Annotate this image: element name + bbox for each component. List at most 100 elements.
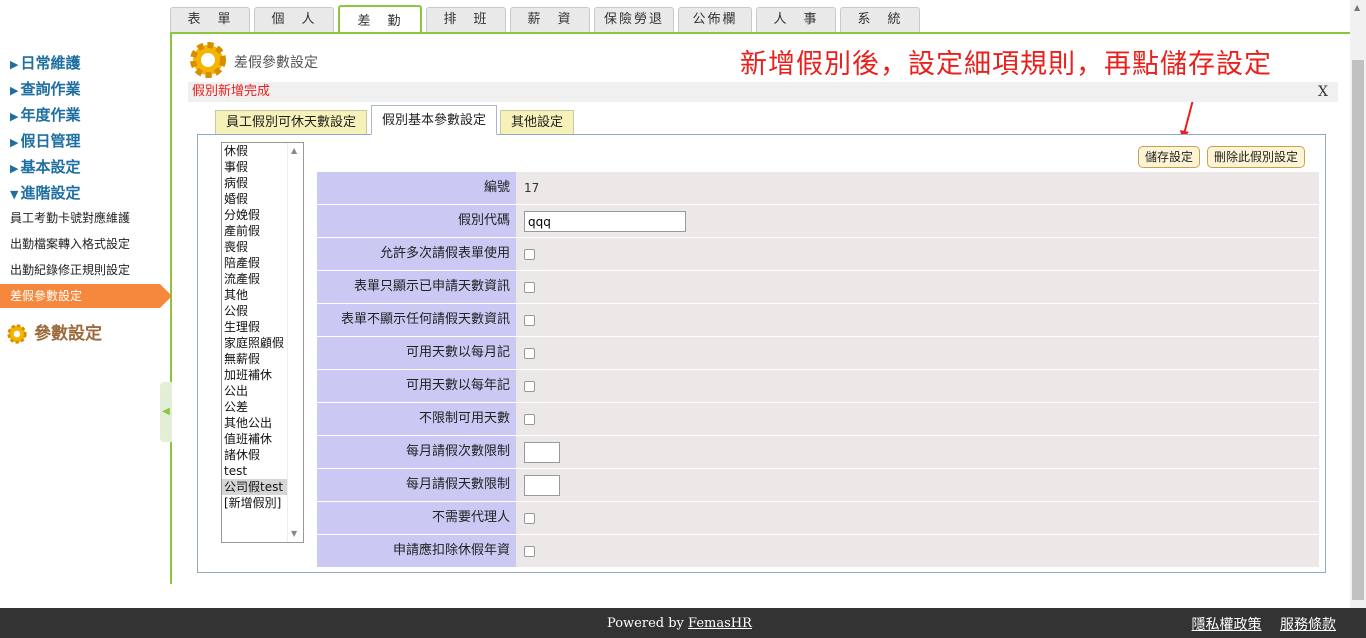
yearly-checkbox[interactable]: [524, 381, 535, 392]
show-applied-checkbox[interactable]: [524, 282, 535, 293]
param-settings-section[interactable]: 參數設定: [6, 319, 102, 345]
form-row: 表單只顯示已申請天數資訊: [317, 271, 1319, 304]
form-row: 每月請假天數限制: [317, 469, 1319, 502]
monthly-label: 可用天數以每月記: [317, 337, 516, 369]
monthly-count-label: 每月請假次數限制: [317, 436, 516, 468]
menu-label: 日常維護: [20, 54, 81, 72]
leave-type-item[interactable]: 其他公出: [222, 415, 288, 431]
number-label: 編號: [317, 172, 516, 204]
terms-link[interactable]: 服務條款: [1280, 617, 1336, 633]
form-row: 表單不顯示任何請假天數資訊: [317, 304, 1319, 337]
tab-underline: [170, 32, 1350, 34]
submenu-import-format[interactable]: 出勤檔案轉入格式設定: [0, 232, 170, 256]
tab-insurance[interactable]: 保險勞退: [594, 7, 674, 32]
leave-type-item[interactable]: 其他: [222, 287, 288, 303]
show-applied-label: 表單只顯示已申請天數資訊: [317, 271, 516, 303]
tab-personal[interactable]: 個 人: [254, 7, 334, 32]
unlimited-checkbox[interactable]: [524, 414, 535, 425]
tab-other-settings[interactable]: 其他設定: [500, 110, 575, 135]
tab-leave-days[interactable]: 員工假別可休天數設定: [215, 110, 368, 135]
leave-type-item[interactable]: 值班補休: [222, 431, 288, 447]
menu-yearly[interactable]: ▶ 年度作業: [10, 104, 80, 125]
page-scrollbar[interactable]: ▲: [1350, 0, 1366, 608]
menu-label: 年度作業: [20, 106, 81, 124]
leave-type-item[interactable]: 公差: [222, 399, 288, 415]
tab-shift[interactable]: 排 班: [426, 7, 506, 32]
message-text: 假別新增完成: [192, 84, 271, 99]
tab-salary[interactable]: 薪 資: [510, 7, 590, 32]
leave-type-item[interactable]: test: [222, 463, 288, 479]
collapse-sidebar-handle[interactable]: ◀: [160, 382, 172, 442]
form-row: 可用天數以每月記: [317, 337, 1319, 370]
triangle-right-icon: ▶: [10, 110, 19, 123]
submenu-correction-rules[interactable]: 出勤紀錄修正規則設定: [0, 258, 170, 282]
submenu-card-mapping[interactable]: 員工考勤卡號對應維護: [0, 206, 170, 230]
footer: Powered by FemasHR 隱私權政策 服務條款: [0, 608, 1366, 638]
deduct-annual-checkbox[interactable]: [524, 546, 535, 557]
scroll-up-icon[interactable]: ▲: [1354, 3, 1360, 12]
menu-query[interactable]: ▶ 查詢作業: [10, 78, 80, 99]
multi-use-label: 允許多次請假表單使用: [317, 238, 516, 270]
close-icon[interactable]: X: [1318, 82, 1328, 102]
triangle-right-icon: ▶: [10, 84, 19, 97]
leave-form: 編號 17 假別代碼 允許多次請假表單使用 表單只顯示已申請天數資訊 表單不顯示…: [317, 172, 1319, 568]
save-button[interactable]: 儲存設定: [1138, 146, 1201, 168]
leave-type-item[interactable]: 喪假: [222, 239, 288, 255]
monthly-days-label: 每月請假天數限制: [317, 469, 516, 501]
monthly-days-input[interactable]: [524, 475, 560, 496]
submenu-leave-params[interactable]: 差假參數設定: [0, 284, 172, 308]
menu-holiday[interactable]: ▶ 假日管理: [10, 130, 80, 151]
message-bar: 假別新增完成 X: [188, 82, 1338, 102]
menu-label: 假日管理: [20, 132, 81, 150]
leave-type-listbox[interactable]: 休假 事假 病假 婚假 分娩假 產前假 喪假 陪產假 流產假 其他 公假 生理假 家庭照顧假 無薪假 加班補…: [221, 142, 304, 543]
tab-leave-basic[interactable]: 假別基本參數設定: [371, 105, 498, 135]
leave-type-item[interactable]: 公假: [222, 303, 288, 319]
leave-type-item[interactable]: 分娩假: [222, 207, 288, 223]
leave-type-item[interactable]: 事假: [222, 159, 288, 175]
form-row: 允許多次請假表單使用: [317, 238, 1319, 271]
form-row: 不需要代理人: [317, 502, 1319, 535]
leave-type-item[interactable]: 流產假: [222, 271, 288, 287]
leave-type-item[interactable]: 婚假: [222, 191, 288, 207]
leave-type-item[interactable]: 產前假: [222, 223, 288, 239]
form-row: 每月請假次數限制: [317, 436, 1319, 469]
menu-label: 基本設定: [20, 158, 81, 176]
menu-advanced[interactable]: ▼ 進階設定: [10, 182, 80, 203]
listbox-scrollbar[interactable]: ▲ ▼: [287, 143, 303, 542]
yearly-label: 可用天數以每年記: [317, 370, 516, 402]
menu-daily[interactable]: ▶ 日常維護: [10, 52, 80, 73]
brand-link[interactable]: FemasHR: [688, 616, 752, 631]
monthly-checkbox[interactable]: [524, 348, 535, 359]
tab-forms[interactable]: 表 單: [170, 7, 250, 32]
scrollbar-thumb[interactable]: [1352, 60, 1364, 600]
tab-hr[interactable]: 人 事: [756, 7, 836, 32]
scroll-up-icon[interactable]: ▲: [291, 146, 297, 155]
leave-type-item[interactable]: 諸休假: [222, 447, 288, 463]
number-value: 17: [516, 172, 1319, 204]
leave-type-item[interactable]: 陪產假: [222, 255, 288, 271]
no-agent-checkbox[interactable]: [524, 513, 535, 524]
privacy-link[interactable]: 隱私權政策: [1192, 617, 1262, 633]
hide-all-checkbox[interactable]: [524, 315, 535, 326]
gear-icon: [7, 324, 27, 344]
monthly-count-input[interactable]: [524, 442, 560, 463]
leave-type-item[interactable]: 無薪假: [222, 351, 288, 367]
leave-type-item[interactable]: 加班補休: [222, 367, 288, 383]
unlimited-label: 不限制可用天數: [317, 403, 516, 435]
menu-label: 查詢作業: [20, 80, 81, 98]
multi-use-checkbox[interactable]: [524, 249, 535, 260]
tab-bulletin[interactable]: 公佈欄: [678, 7, 752, 32]
leave-type-item[interactable]: 家庭照顧假: [222, 335, 288, 351]
scroll-down-icon[interactable]: ▼: [291, 529, 297, 538]
tab-attendance[interactable]: 差 勤: [338, 5, 422, 34]
leave-type-item[interactable]: 公出: [222, 383, 288, 399]
code-input[interactable]: [524, 211, 686, 232]
menu-basic[interactable]: ▶ 基本設定: [10, 156, 80, 177]
leave-type-item[interactable]: 休假: [222, 143, 288, 159]
tab-system[interactable]: 系 統: [840, 7, 920, 32]
leave-type-item[interactable]: 病假: [222, 175, 288, 191]
leave-type-item[interactable]: 公司假test: [222, 479, 288, 495]
delete-leave-button[interactable]: 刪除此假別設定: [1207, 146, 1306, 168]
leave-type-item[interactable]: 生理假: [222, 319, 288, 335]
leave-type-item[interactable]: [新增假別]: [222, 495, 288, 511]
